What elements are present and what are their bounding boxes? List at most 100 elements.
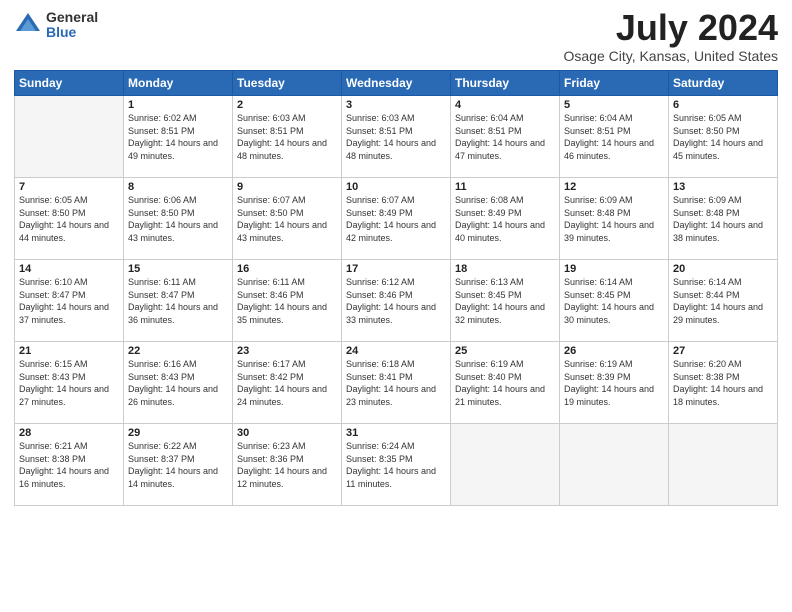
cell-info: Sunrise: 6:11 AM Sunset: 8:46 PM Dayligh… — [237, 276, 337, 326]
calendar-cell: 25Sunrise: 6:19 AM Sunset: 8:40 PM Dayli… — [451, 342, 560, 424]
header-saturday: Saturday — [669, 71, 778, 96]
cell-info: Sunrise: 6:18 AM Sunset: 8:41 PM Dayligh… — [346, 358, 446, 408]
day-number: 20 — [673, 263, 773, 275]
cell-info: Sunrise: 6:03 AM Sunset: 8:51 PM Dayligh… — [237, 112, 337, 162]
cell-info: Sunrise: 6:16 AM Sunset: 8:43 PM Dayligh… — [128, 358, 228, 408]
day-number: 8 — [128, 181, 228, 193]
calendar-cell — [451, 424, 560, 506]
week-row-3: 21Sunrise: 6:15 AM Sunset: 8:43 PM Dayli… — [15, 342, 778, 424]
day-number: 31 — [346, 427, 446, 439]
day-number: 13 — [673, 181, 773, 193]
location-title: Osage City, Kansas, United States — [563, 48, 778, 64]
day-number: 4 — [455, 99, 555, 111]
cell-info: Sunrise: 6:02 AM Sunset: 8:51 PM Dayligh… — [128, 112, 228, 162]
logo-blue-text: Blue — [46, 25, 98, 40]
calendar-cell: 30Sunrise: 6:23 AM Sunset: 8:36 PM Dayli… — [233, 424, 342, 506]
day-number: 30 — [237, 427, 337, 439]
day-number: 11 — [455, 181, 555, 193]
day-number: 18 — [455, 263, 555, 275]
header-wednesday: Wednesday — [342, 71, 451, 96]
calendar-cell: 8Sunrise: 6:06 AM Sunset: 8:50 PM Daylig… — [124, 178, 233, 260]
day-number: 26 — [564, 345, 664, 357]
week-row-2: 14Sunrise: 6:10 AM Sunset: 8:47 PM Dayli… — [15, 260, 778, 342]
calendar-cell: 4Sunrise: 6:04 AM Sunset: 8:51 PM Daylig… — [451, 96, 560, 178]
cell-info: Sunrise: 6:07 AM Sunset: 8:50 PM Dayligh… — [237, 194, 337, 244]
day-number: 16 — [237, 263, 337, 275]
cell-info: Sunrise: 6:05 AM Sunset: 8:50 PM Dayligh… — [19, 194, 119, 244]
day-number: 29 — [128, 427, 228, 439]
calendar-cell: 6Sunrise: 6:05 AM Sunset: 8:50 PM Daylig… — [669, 96, 778, 178]
header-tuesday: Tuesday — [233, 71, 342, 96]
calendar-cell: 3Sunrise: 6:03 AM Sunset: 8:51 PM Daylig… — [342, 96, 451, 178]
day-number: 22 — [128, 345, 228, 357]
logo-icon — [14, 11, 42, 39]
cell-info: Sunrise: 6:19 AM Sunset: 8:39 PM Dayligh… — [564, 358, 664, 408]
calendar-cell: 31Sunrise: 6:24 AM Sunset: 8:35 PM Dayli… — [342, 424, 451, 506]
calendar-cell: 18Sunrise: 6:13 AM Sunset: 8:45 PM Dayli… — [451, 260, 560, 342]
calendar-cell: 13Sunrise: 6:09 AM Sunset: 8:48 PM Dayli… — [669, 178, 778, 260]
day-number: 27 — [673, 345, 773, 357]
calendar-cell — [560, 424, 669, 506]
cell-info: Sunrise: 6:20 AM Sunset: 8:38 PM Dayligh… — [673, 358, 773, 408]
calendar-cell — [15, 96, 124, 178]
month-title: July 2024 — [563, 10, 778, 46]
cell-info: Sunrise: 6:23 AM Sunset: 8:36 PM Dayligh… — [237, 440, 337, 490]
day-number: 7 — [19, 181, 119, 193]
day-number: 9 — [237, 181, 337, 193]
header-thursday: Thursday — [451, 71, 560, 96]
cell-info: Sunrise: 6:10 AM Sunset: 8:47 PM Dayligh… — [19, 276, 119, 326]
header-sunday: Sunday — [15, 71, 124, 96]
calendar-cell: 15Sunrise: 6:11 AM Sunset: 8:47 PM Dayli… — [124, 260, 233, 342]
calendar-cell: 23Sunrise: 6:17 AM Sunset: 8:42 PM Dayli… — [233, 342, 342, 424]
cell-info: Sunrise: 6:13 AM Sunset: 8:45 PM Dayligh… — [455, 276, 555, 326]
week-row-0: 1Sunrise: 6:02 AM Sunset: 8:51 PM Daylig… — [15, 96, 778, 178]
calendar-cell: 28Sunrise: 6:21 AM Sunset: 8:38 PM Dayli… — [15, 424, 124, 506]
calendar-page: General Blue July 2024 Osage City, Kansa… — [0, 0, 792, 612]
day-number: 5 — [564, 99, 664, 111]
cell-info: Sunrise: 6:04 AM Sunset: 8:51 PM Dayligh… — [564, 112, 664, 162]
day-number: 12 — [564, 181, 664, 193]
calendar-cell: 20Sunrise: 6:14 AM Sunset: 8:44 PM Dayli… — [669, 260, 778, 342]
day-number: 15 — [128, 263, 228, 275]
day-number: 17 — [346, 263, 446, 275]
calendar-cell: 17Sunrise: 6:12 AM Sunset: 8:46 PM Dayli… — [342, 260, 451, 342]
day-number: 10 — [346, 181, 446, 193]
logo-general-text: General — [46, 10, 98, 25]
calendar-cell: 16Sunrise: 6:11 AM Sunset: 8:46 PM Dayli… — [233, 260, 342, 342]
cell-info: Sunrise: 6:17 AM Sunset: 8:42 PM Dayligh… — [237, 358, 337, 408]
cell-info: Sunrise: 6:07 AM Sunset: 8:49 PM Dayligh… — [346, 194, 446, 244]
cell-info: Sunrise: 6:12 AM Sunset: 8:46 PM Dayligh… — [346, 276, 446, 326]
calendar-cell: 27Sunrise: 6:20 AM Sunset: 8:38 PM Dayli… — [669, 342, 778, 424]
days-header-row: Sunday Monday Tuesday Wednesday Thursday… — [15, 71, 778, 96]
cell-info: Sunrise: 6:04 AM Sunset: 8:51 PM Dayligh… — [455, 112, 555, 162]
calendar-cell: 5Sunrise: 6:04 AM Sunset: 8:51 PM Daylig… — [560, 96, 669, 178]
cell-info: Sunrise: 6:24 AM Sunset: 8:35 PM Dayligh… — [346, 440, 446, 490]
logo-text: General Blue — [46, 10, 98, 41]
cell-info: Sunrise: 6:15 AM Sunset: 8:43 PM Dayligh… — [19, 358, 119, 408]
day-number: 6 — [673, 99, 773, 111]
calendar-cell: 26Sunrise: 6:19 AM Sunset: 8:39 PM Dayli… — [560, 342, 669, 424]
calendar-cell: 19Sunrise: 6:14 AM Sunset: 8:45 PM Dayli… — [560, 260, 669, 342]
header: General Blue July 2024 Osage City, Kansa… — [14, 10, 778, 64]
day-number: 21 — [19, 345, 119, 357]
cell-info: Sunrise: 6:09 AM Sunset: 8:48 PM Dayligh… — [564, 194, 664, 244]
cell-info: Sunrise: 6:08 AM Sunset: 8:49 PM Dayligh… — [455, 194, 555, 244]
calendar-cell: 11Sunrise: 6:08 AM Sunset: 8:49 PM Dayli… — [451, 178, 560, 260]
calendar-cell: 14Sunrise: 6:10 AM Sunset: 8:47 PM Dayli… — [15, 260, 124, 342]
cell-info: Sunrise: 6:14 AM Sunset: 8:45 PM Dayligh… — [564, 276, 664, 326]
day-number: 2 — [237, 99, 337, 111]
calendar-cell: 29Sunrise: 6:22 AM Sunset: 8:37 PM Dayli… — [124, 424, 233, 506]
calendar-cell: 12Sunrise: 6:09 AM Sunset: 8:48 PM Dayli… — [560, 178, 669, 260]
calendar-cell: 22Sunrise: 6:16 AM Sunset: 8:43 PM Dayli… — [124, 342, 233, 424]
cell-info: Sunrise: 6:05 AM Sunset: 8:50 PM Dayligh… — [673, 112, 773, 162]
cell-info: Sunrise: 6:09 AM Sunset: 8:48 PM Dayligh… — [673, 194, 773, 244]
title-area: July 2024 Osage City, Kansas, United Sta… — [563, 10, 778, 64]
header-friday: Friday — [560, 71, 669, 96]
calendar-cell: 10Sunrise: 6:07 AM Sunset: 8:49 PM Dayli… — [342, 178, 451, 260]
day-number: 23 — [237, 345, 337, 357]
calendar-cell: 21Sunrise: 6:15 AM Sunset: 8:43 PM Dayli… — [15, 342, 124, 424]
day-number: 3 — [346, 99, 446, 111]
day-number: 25 — [455, 345, 555, 357]
calendar-cell: 9Sunrise: 6:07 AM Sunset: 8:50 PM Daylig… — [233, 178, 342, 260]
day-number: 14 — [19, 263, 119, 275]
